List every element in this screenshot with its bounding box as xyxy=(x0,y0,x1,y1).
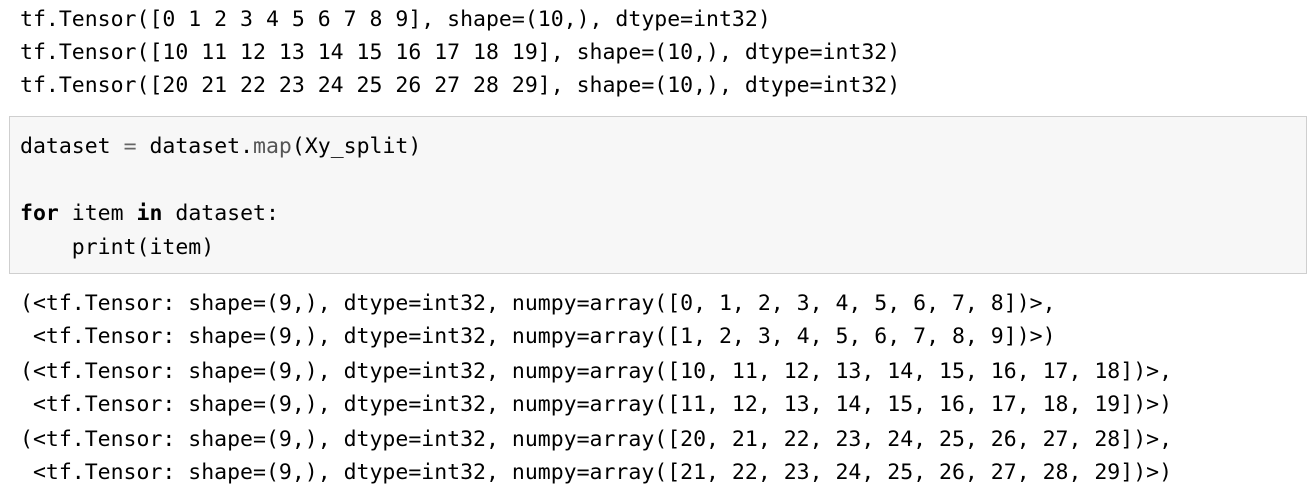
code-token-var: dataset xyxy=(20,134,111,159)
code-token-iter: dataset: xyxy=(175,201,279,226)
code-line-print: print(item) xyxy=(20,234,215,260)
code-token-method: map xyxy=(253,134,292,159)
code-token-object: dataset. xyxy=(149,134,254,159)
code-input-cell[interactable]: dataset = dataset.map(Xy_split) for item… xyxy=(9,116,1307,274)
output-line: tf.Tensor([20 21 22 23 24 25 26 27 28 29… xyxy=(20,73,901,98)
cell-output-pair: (<tf.Tensor: shape=(9,), dtype=int32, nu… xyxy=(20,287,1056,353)
code-editor[interactable]: dataset = dataset.map(Xy_split) for item… xyxy=(20,130,421,264)
output-line: (<tf.Tensor: shape=(9,), dtype=int32, nu… xyxy=(20,291,1056,316)
output-line: (<tf.Tensor: shape=(9,), dtype=int32, nu… xyxy=(20,427,1173,452)
code-line-map: dataset = dataset.map(Xy_split) xyxy=(20,130,421,164)
output-line: <tf.Tensor: shape=(9,), dtype=int32, num… xyxy=(20,460,1173,485)
code-keyword-for: for xyxy=(20,201,59,226)
output-line: (<tf.Tensor: shape=(9,), dtype=int32, nu… xyxy=(20,359,1173,384)
output-line: tf.Tensor([0 1 2 3 4 5 6 7 8 9], shape=(… xyxy=(20,7,771,32)
cell-output-pair: (<tf.Tensor: shape=(9,), dtype=int32, nu… xyxy=(20,355,1172,421)
output-line: <tf.Tensor: shape=(9,), dtype=int32, num… xyxy=(20,392,1173,417)
code-token-args: (Xy_split) xyxy=(291,134,422,159)
cell-output-pair: (<tf.Tensor: shape=(9,), dtype=int32, nu… xyxy=(20,423,1172,489)
code-keyword-in: in xyxy=(136,201,163,226)
output-line: tf.Tensor([10 11 12 13 14 15 16 17 18 19… xyxy=(20,40,901,65)
code-token-item: item xyxy=(71,201,124,226)
code-line-for: for item in dataset: xyxy=(20,197,421,231)
cell-output-tensors: tf.Tensor([0 1 2 3 4 5 6 7 8 9], shape=(… xyxy=(20,3,900,102)
output-line: <tf.Tensor: shape=(9,), dtype=int32, num… xyxy=(20,324,1056,349)
code-token-operator: = xyxy=(123,134,137,159)
